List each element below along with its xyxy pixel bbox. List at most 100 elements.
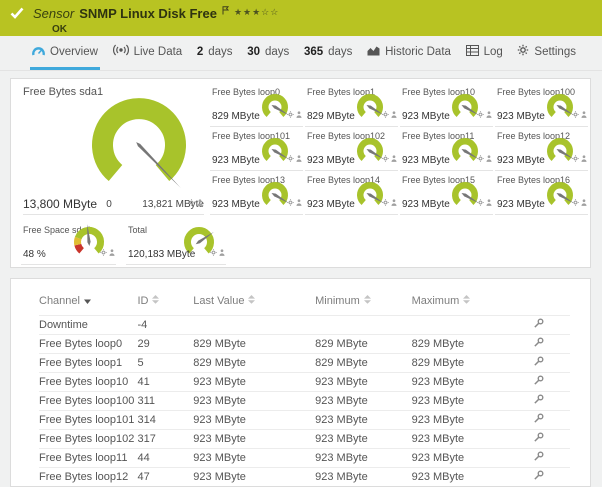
gauge-mini-actions[interactable] bbox=[572, 105, 587, 123]
mini-person-icon[interactable] bbox=[296, 193, 302, 211]
column-header-minimum[interactable]: Minimum bbox=[315, 293, 411, 315]
gauge-mini-actions[interactable] bbox=[287, 149, 302, 167]
mini-person-icon[interactable] bbox=[391, 193, 397, 211]
gauge-title: Total bbox=[128, 225, 148, 235]
tab-log[interactable]: Log bbox=[464, 36, 505, 70]
mini-gear-icon[interactable] bbox=[188, 193, 195, 211]
mini-person-icon[interactable] bbox=[486, 193, 492, 211]
mini-person-icon[interactable] bbox=[486, 105, 492, 123]
mini-person-icon[interactable] bbox=[391, 149, 397, 167]
table-row-free-bytes-loop1[interactable]: Free Bytes loop1 5 829 MByte 829 MByte 8… bbox=[39, 352, 570, 372]
tab-live-data[interactable]: Live Data bbox=[111, 36, 185, 70]
wrench-icon[interactable] bbox=[533, 337, 544, 351]
mini-person-icon[interactable] bbox=[219, 243, 225, 261]
sort-desc-icon[interactable] bbox=[83, 295, 91, 307]
column-header-channel[interactable]: Channel bbox=[39, 293, 137, 315]
gauge-mini-actions[interactable] bbox=[382, 193, 397, 211]
mini-person-icon[interactable] bbox=[296, 149, 302, 167]
mini-person-icon[interactable] bbox=[486, 149, 492, 167]
wrench-icon[interactable] bbox=[533, 318, 544, 332]
gauge-mini-actions[interactable] bbox=[382, 105, 397, 123]
mini-person-icon[interactable] bbox=[581, 105, 587, 123]
mini-gear-icon[interactable] bbox=[477, 105, 484, 123]
mini-person-icon[interactable] bbox=[581, 149, 587, 167]
tab-settings[interactable]: Settings bbox=[515, 36, 578, 70]
mini-gear-icon[interactable] bbox=[572, 105, 579, 123]
table-row-free-bytes-loop10[interactable]: Free Bytes loop10 41 923 MByte 923 MByte… bbox=[39, 371, 570, 391]
gauge-mini-actions[interactable] bbox=[572, 149, 587, 167]
gauge-cell-free-bytes-loop15[interactable]: Free Bytes loop15 923 MByte bbox=[400, 171, 493, 215]
gauge-mini-actions[interactable] bbox=[572, 193, 587, 211]
wrench-icon[interactable] bbox=[533, 432, 544, 446]
gauge-mini-actions[interactable] bbox=[287, 105, 302, 123]
gauge-cell-free-bytes-loop0[interactable]: Free Bytes loop0 829 MByte bbox=[210, 83, 303, 127]
table-row-free-bytes-loop12[interactable]: Free Bytes loop12 47 923 MByte 923 MByte… bbox=[39, 466, 570, 486]
mini-gear-icon[interactable] bbox=[287, 149, 294, 167]
priority-stars[interactable]: ★★★☆☆ bbox=[234, 5, 279, 19]
gauge-mini-actions[interactable] bbox=[210, 243, 225, 261]
table-row-free-bytes-loop0[interactable]: Free Bytes loop0 29 829 MByte 829 MByte … bbox=[39, 333, 570, 353]
mini-gear-icon[interactable] bbox=[477, 193, 484, 211]
gauge-cell-free-bytes-loop100[interactable]: Free Bytes loop100 923 MByte bbox=[495, 83, 588, 127]
mini-gear-icon[interactable] bbox=[382, 193, 389, 211]
mini-gear-icon[interactable] bbox=[382, 149, 389, 167]
gauge-mini-actions[interactable] bbox=[477, 193, 492, 211]
tab-2-days[interactable]: 2 days bbox=[195, 36, 235, 70]
sort-both-icon[interactable] bbox=[363, 295, 371, 307]
mini-gear-icon[interactable] bbox=[572, 149, 579, 167]
mini-gear-icon[interactable] bbox=[287, 193, 294, 211]
column-header-last-value[interactable]: Last Value bbox=[193, 293, 315, 315]
gauge-cell-free-bytes-loop1[interactable]: Free Bytes loop1 829 MByte bbox=[305, 83, 398, 127]
gauge-mini-actions[interactable] bbox=[188, 193, 203, 211]
gauge-mini-actions[interactable] bbox=[100, 243, 115, 261]
gauge-cell-free-bytes-loop14[interactable]: Free Bytes loop14 923 MByte bbox=[305, 171, 398, 215]
mini-person-icon[interactable] bbox=[109, 243, 115, 261]
gauge-cell-free-bytes-loop16[interactable]: Free Bytes loop16 923 MByte bbox=[495, 171, 588, 215]
table-row-free-bytes-loop100[interactable]: Free Bytes loop100 311 923 MByte 923 MBy… bbox=[39, 390, 570, 410]
mini-gear-icon[interactable] bbox=[572, 193, 579, 211]
column-header-id[interactable]: ID bbox=[137, 293, 193, 315]
table-row-free-bytes-loop11[interactable]: Free Bytes loop11 44 923 MByte 923 MByte… bbox=[39, 447, 570, 467]
mini-gear-icon[interactable] bbox=[382, 105, 389, 123]
sort-both-icon[interactable] bbox=[248, 295, 256, 307]
mini-gear-icon[interactable] bbox=[100, 243, 107, 261]
mini-person-icon[interactable] bbox=[581, 193, 587, 211]
tab-historic-data[interactable]: Historic Data bbox=[365, 36, 453, 70]
gauge-cell-free-bytes-loop13[interactable]: Free Bytes loop13 923 MByte bbox=[210, 171, 303, 215]
mini-person-icon[interactable] bbox=[296, 105, 302, 123]
mini-person-icon[interactable] bbox=[197, 193, 203, 211]
sort-both-icon[interactable] bbox=[463, 295, 471, 307]
mini-person-icon[interactable] bbox=[391, 105, 397, 123]
column-header-maximum[interactable]: Maximum bbox=[412, 293, 506, 315]
mini-gear-icon[interactable] bbox=[477, 149, 484, 167]
sort-both-icon[interactable] bbox=[152, 295, 160, 307]
wrench-icon[interactable] bbox=[533, 356, 544, 370]
gauge-cell-free-bytes-loop11[interactable]: Free Bytes loop11 923 MByte bbox=[400, 127, 493, 171]
gauge-mini-actions[interactable] bbox=[287, 193, 302, 211]
mini-gear-icon[interactable] bbox=[210, 243, 217, 261]
table-row-free-bytes-loop101[interactable]: Free Bytes loop101 314 923 MByte 923 MBy… bbox=[39, 409, 570, 429]
gauge-cell-total[interactable]: Total 120,183 MByte bbox=[126, 221, 226, 265]
wrench-icon[interactable] bbox=[533, 413, 544, 427]
tab-365-days[interactable]: 365 days bbox=[302, 36, 354, 70]
tab-overview[interactable]: Overview bbox=[30, 36, 100, 70]
table-row-downtime[interactable]: Downtime -4 bbox=[39, 314, 570, 334]
wrench-icon[interactable] bbox=[533, 375, 544, 389]
gauge-mini-actions[interactable] bbox=[382, 149, 397, 167]
gauge-cell-free-bytes-loop10[interactable]: Free Bytes loop10 923 MByte bbox=[400, 83, 493, 127]
gauge-cell-free-space-sda1[interactable]: Free Space sda1 48 % bbox=[21, 221, 116, 265]
table-row-free-bytes-loop102[interactable]: Free Bytes loop102 317 923 MByte 923 MBy… bbox=[39, 428, 570, 448]
gauge-cell-free-bytes-loop101[interactable]: Free Bytes loop101 923 MByte bbox=[210, 127, 303, 171]
mini-gear-icon[interactable] bbox=[287, 105, 294, 123]
wrench-icon[interactable] bbox=[533, 451, 544, 465]
gauge-cell-free-bytes-loop102[interactable]: Free Bytes loop102 923 MByte bbox=[305, 127, 398, 171]
gauge-main-cell[interactable]: Free Bytes sda1 13,800 MByte 0 13,821 MB… bbox=[21, 83, 210, 215]
gauge-mini-actions[interactable] bbox=[477, 149, 492, 167]
wrench-icon[interactable] bbox=[533, 470, 544, 484]
tab-label: Historic Data bbox=[385, 45, 451, 58]
tab-30-days[interactable]: 30 days bbox=[245, 36, 291, 70]
gauge-mini-actions[interactable] bbox=[477, 105, 492, 123]
wrench-icon[interactable] bbox=[533, 394, 544, 408]
gauge-cell-free-bytes-loop12[interactable]: Free Bytes loop12 923 MByte bbox=[495, 127, 588, 171]
flag-icon[interactable] bbox=[222, 4, 230, 18]
